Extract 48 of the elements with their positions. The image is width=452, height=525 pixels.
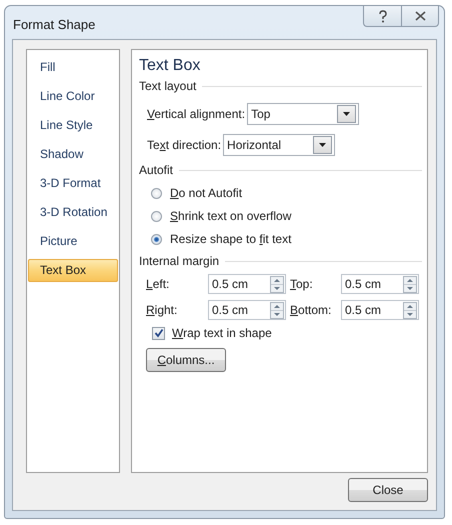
spinner-arrows-icon <box>403 276 417 292</box>
radio-button[interactable] <box>151 234 162 244</box>
sidebar-item[interactable]: Line Style <box>28 114 118 137</box>
dropdown-arrow-button[interactable] <box>313 136 332 154</box>
spinner-arrows-icon <box>270 276 284 292</box>
option-label: Shrink text on overflow <box>170 209 292 223</box>
field-label: Top: <box>290 277 314 291</box>
field-label: Left: <box>146 277 170 291</box>
sidebar-item[interactable]: Fill <box>28 56 118 79</box>
radio-button[interactable] <box>151 210 162 222</box>
spinner-arrows-icon <box>270 302 284 318</box>
section-heading: Autofit <box>139 163 174 177</box>
sidebar-item[interactable]: 3-D Rotation <box>28 201 118 224</box>
sidebar-item[interactable]: Picture <box>28 230 118 253</box>
checkbox[interactable] <box>152 326 165 340</box>
checkbox-label: Wrap text in shape <box>172 326 272 340</box>
caret-icon <box>343 112 350 116</box>
sidebar-item[interactable]: Line Color <box>28 85 118 108</box>
field-label: Text direction: <box>147 138 222 152</box>
number-field[interactable]: 0.5 cm <box>208 300 286 320</box>
dropdown[interactable]: Top <box>247 103 360 125</box>
dropdown[interactable]: Horizontal <box>223 134 336 156</box>
section-heading: Internal margin <box>139 254 220 268</box>
window-title: Format Shape <box>12 16 96 32</box>
help-icon <box>378 10 388 22</box>
sidebar-item[interactable]: 3-D Format <box>28 172 118 195</box>
radio-button[interactable] <box>151 188 162 198</box>
caret-icon <box>319 143 326 147</box>
field-label: Right: <box>146 303 178 317</box>
number-field[interactable]: 0.5 cm <box>208 274 286 294</box>
sidebar-item[interactable]: Text Box <box>28 259 118 282</box>
field-label: Vertical alignment: <box>147 107 246 121</box>
spinner-arrows-icon <box>403 302 417 318</box>
columns-button[interactable]: Columns... <box>146 348 226 372</box>
close-icon <box>414 11 426 21</box>
number-field[interactable]: 0.5 cm <box>341 300 419 320</box>
help-button[interactable] <box>363 6 401 27</box>
checkmark-icon <box>154 328 164 338</box>
option-label: Do not Autofit <box>170 186 242 200</box>
sidebar-item[interactable]: Shadow <box>28 143 118 166</box>
option-label: Resize shape to fit text <box>170 232 292 246</box>
panel-title: Text Box <box>139 57 202 75</box>
section-heading: Text layout <box>139 79 196 93</box>
close-button[interactable]: Close <box>348 478 428 502</box>
close-window-button[interactable] <box>401 6 439 27</box>
dropdown-arrow-button[interactable] <box>337 105 356 123</box>
number-field[interactable]: 0.5 cm <box>341 274 419 294</box>
field-label: Bottom: <box>290 303 332 317</box>
